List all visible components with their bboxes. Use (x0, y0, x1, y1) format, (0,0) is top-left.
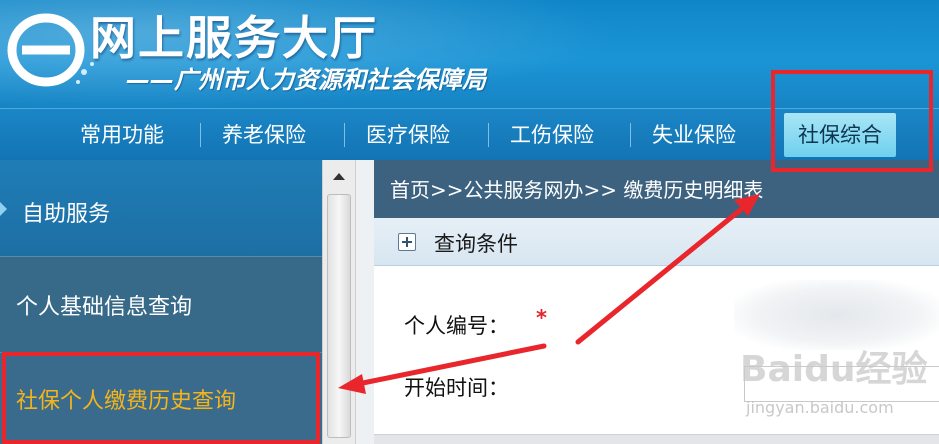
form-bottom-border (374, 434, 939, 444)
site-title: 网上服务大厅 (90, 11, 378, 65)
main-nav: 常用功能 养老保险 医疗保险 工伤保险 失业保险 社保综合 (0, 108, 939, 160)
scroll-up-arrow-icon[interactable] (328, 166, 350, 188)
sidebar-item-label: 自助服务 (22, 202, 111, 227)
nav-separator (200, 123, 201, 147)
expand-plus-icon[interactable] (398, 233, 416, 251)
nav-item-pension-insurance[interactable]: 养老保险 (222, 119, 306, 151)
start-time-label: 开始时间： (404, 376, 509, 400)
sidebar-item-personal-info-query[interactable]: 个人基础信息查询 (0, 256, 322, 352)
section-title: 查询条件 (434, 232, 518, 256)
personal-id-label: 个人编号： (404, 314, 509, 338)
query-form: 个人编号： * 开始时间： (374, 266, 939, 434)
e-logo-icon (7, 13, 94, 87)
sidebar-item-label: 社保个人缴费历史查询 (16, 389, 237, 414)
nav-item-common-functions[interactable]: 常用功能 (80, 119, 164, 151)
scroll-thumb[interactable] (327, 194, 351, 438)
query-conditions-header[interactable]: 查询条件 (374, 218, 939, 266)
main-panel: 首页>>公共服务网办>> 缴费历史明细表 查询条件 个人编号： * 开始时间： (356, 160, 939, 444)
sidebar-item-self-service[interactable]: 自助服务 (0, 160, 322, 256)
nav-separator (344, 123, 345, 147)
breadcrumb: 首页>>公共服务网办>> 缴费历史明细表 (374, 160, 939, 218)
personal-id-value-blurred (734, 280, 939, 350)
site-subtitle: ——广州市人力资源和社会保障局 (126, 66, 486, 94)
sidebar-item-label: 个人基础信息查询 (16, 295, 193, 320)
required-marker: * (536, 306, 547, 330)
sidebar-scrollbar[interactable] (322, 160, 356, 444)
nav-separator (630, 123, 631, 147)
sidebar: 自助服务 个人基础信息查询 社保个人缴费历史查询 (0, 160, 322, 444)
nav-separator (488, 123, 489, 147)
nav-item-social-security-general[interactable]: 社保综合 (784, 113, 896, 157)
app-window: 网上服务大厅 ——广州市人力资源和社会保障局 常用功能 养老保险 医疗保险 工伤… (0, 0, 939, 444)
sidebar-item-payment-history-query[interactable]: 社保个人缴费历史查询 (0, 352, 322, 444)
caret-right-icon (0, 202, 7, 216)
breadcrumb-text[interactable]: 首页>>公共服务网办>> 缴费历史明细表 (390, 174, 763, 203)
nav-item-medical-insurance[interactable]: 医疗保险 (366, 119, 450, 151)
nav-item-injury-insurance[interactable]: 工伤保险 (510, 119, 594, 151)
nav-item-unemployment-insurance[interactable]: 失业保险 (652, 119, 736, 151)
header-banner: 网上服务大厅 ——广州市人力资源和社会保障局 (0, 0, 939, 108)
start-time-input[interactable] (744, 366, 939, 402)
